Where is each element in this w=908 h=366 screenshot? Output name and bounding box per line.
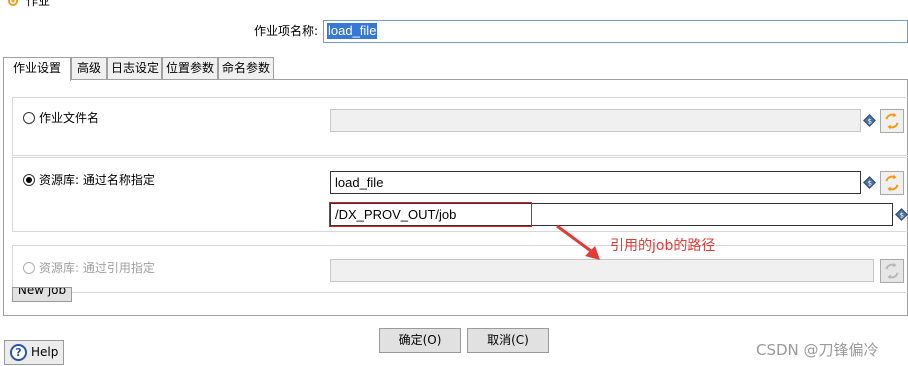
repo-by-name-radio[interactable] — [23, 174, 35, 186]
job-name-input[interactable]: load_file — [323, 20, 908, 43]
red-arrow-icon — [556, 224, 600, 260]
tab-job-settings[interactable]: 作业设置 — [3, 57, 71, 81]
browse-repository-icon[interactable] — [880, 171, 904, 195]
browse-repository-icon[interactable] — [880, 109, 904, 133]
job-file-radio[interactable] — [23, 112, 35, 124]
variable-icon: $ — [895, 208, 908, 221]
job-file-label: 作业文件名 — [39, 111, 100, 125]
ok-button[interactable]: 确定(O) — [379, 328, 461, 353]
help-button[interactable]: ? Help — [4, 340, 64, 365]
job-name-value: load_file — [327, 23, 378, 39]
repo-by-ref-group: 资源库: 通过引用指定 — [12, 245, 908, 293]
annotation-highlight-box — [329, 202, 532, 227]
job-file-input[interactable] — [330, 109, 861, 132]
watermark: CSDN @刀锋偏冷 — [756, 341, 879, 359]
tab-positional-params[interactable]: 位置参数 — [162, 57, 218, 80]
repo-by-ref-radio[interactable] — [23, 262, 35, 274]
job-file-group: 作业文件名 $ — [12, 97, 908, 156]
maximize-button[interactable] — [850, 0, 866, 8]
variable-icon: $ — [863, 176, 876, 189]
tab-named-params[interactable]: 命名参数 — [218, 57, 274, 80]
job-name-label: 作业项名称: — [254, 24, 319, 38]
close-button[interactable] — [894, 0, 908, 8]
title-bar: 作业 — [0, 0, 908, 12]
help-icon: ? — [10, 344, 27, 361]
gear-icon — [8, 0, 18, 6]
cancel-button[interactable]: 取消(C) — [467, 328, 549, 353]
tab-strip: 作业设置 高级 日志设定 位置参数 命名参数 — [3, 57, 908, 81]
repo-by-name-group: 资源库: 通过名称指定 load_file $ /DX_PROV_OUT/job… — [12, 157, 908, 232]
help-label: Help — [31, 345, 59, 359]
repo-by-name-label: 资源库: 通过名称指定 — [39, 173, 155, 187]
variable-icon: $ — [863, 114, 876, 127]
tab-log-settings[interactable]: 日志设定 — [107, 57, 162, 80]
minimize-button[interactable] — [806, 0, 822, 8]
tab-panel: 作业文件名 $ 资源库: 通过名称指定 load_file $ /DX_PROV… — [3, 79, 908, 316]
new-job-button[interactable]: New job — [12, 287, 72, 302]
browse-repository-icon[interactable] — [880, 259, 904, 283]
repo-by-ref-label: 资源库: 通过引用指定 — [39, 261, 155, 275]
window-title: 作业 — [26, 0, 51, 8]
annotation-text: 引用的job的路径 — [610, 238, 716, 254]
repo-job-name-input[interactable]: load_file — [330, 171, 861, 194]
tab-advanced[interactable]: 高级 — [71, 57, 107, 80]
